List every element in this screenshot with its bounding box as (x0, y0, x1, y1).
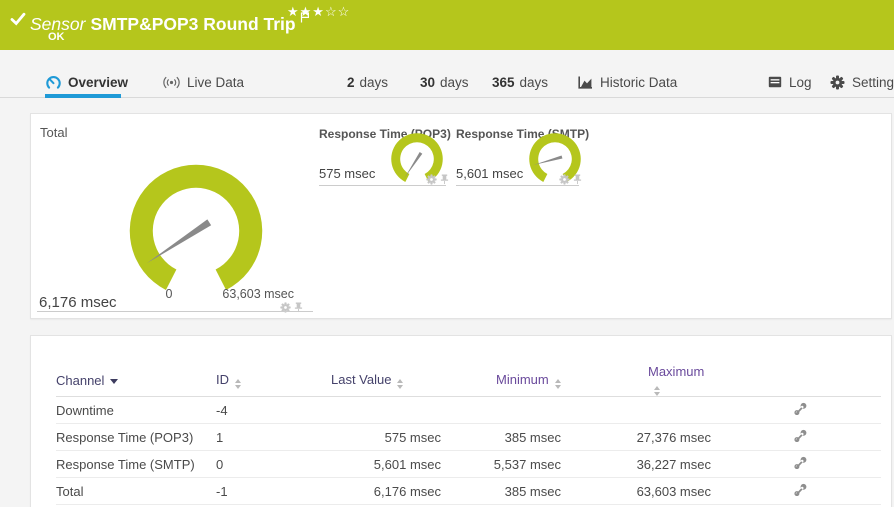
gauge-pin-icon[interactable] (440, 172, 449, 190)
tab-overview[interactable]: Overview (46, 69, 128, 95)
tab-log[interactable]: Log (768, 69, 812, 95)
status-badge: OK (48, 31, 65, 43)
cell-minimum: 385 msec (441, 477, 561, 505)
gauge-icon (46, 75, 61, 89)
tab-label: days (519, 74, 549, 90)
cell-last-value (331, 396, 441, 424)
tab-30-days[interactable]: 30 days (420, 69, 469, 95)
gauge-settings-gear-icon[interactable] (559, 172, 570, 190)
cell-id: 1 (216, 423, 331, 451)
cell-channel: Response Time (SMTP) (56, 450, 216, 478)
gauge-pin-icon[interactable] (294, 300, 303, 318)
stars-filled: ★★★ (287, 4, 325, 19)
sort-icon (397, 378, 404, 389)
edit-channel-wrench-icon[interactable] (794, 429, 807, 445)
cell-maximum (561, 396, 711, 424)
ok-check-icon (10, 12, 26, 26)
gauge-settings-gear-icon[interactable] (426, 172, 437, 190)
cell-last-value: 6,176 msec (331, 477, 441, 505)
tab-365-days[interactable]: 365 days (492, 69, 548, 95)
col-header-channel[interactable]: Channel (56, 364, 216, 397)
cell-last-value: 575 msec (331, 423, 441, 451)
tab-settings[interactable]: Settings (830, 69, 894, 95)
tab-2-days[interactable]: 2 days (347, 69, 388, 95)
sort-icon (654, 386, 660, 396)
tab-number: 365 (492, 74, 515, 90)
gauges-panel: Total 0 63,603 msec 6,176 msec Response … (30, 113, 892, 319)
cell-channel: Downtime (56, 396, 216, 424)
channels-table: Channel ID Last Value Minimum Maximum Do… (56, 364, 881, 505)
col-header-minimum[interactable]: Minimum (441, 364, 561, 397)
tab-label: Overview (68, 74, 129, 90)
broadcast-icon (163, 76, 180, 88)
edit-channel-wrench-icon[interactable] (794, 456, 807, 472)
tab-label: Log (789, 74, 812, 90)
gear-icon (830, 75, 845, 89)
page-title: SMTP&POP3 Round Trip (90, 14, 296, 34)
cell-channel: Response Time (POP3) (56, 423, 216, 451)
table-row: Response Time (POP3) 1 575 msec 385 msec… (56, 423, 881, 451)
cell-id: 0 (216, 450, 331, 478)
tab-label: Live Data (187, 74, 245, 90)
tab-label: days (440, 74, 469, 90)
cell-id: -4 (216, 396, 331, 424)
col-header-id[interactable]: ID (216, 364, 331, 397)
cell-minimum: 385 msec (441, 423, 561, 451)
gauge-total-value: 6,176 msec (39, 294, 117, 311)
table-row: Downtime -4 (56, 396, 881, 424)
tab-number: 30 (420, 74, 436, 90)
cell-minimum (441, 396, 561, 424)
total-gauge (129, 164, 263, 291)
tab-historic-data[interactable]: Historic Data (578, 69, 677, 95)
gauge-pin-icon[interactable] (573, 172, 582, 190)
gauge-pop3-value: 575 msec (319, 166, 376, 181)
col-header-maximum[interactable]: Maximum (561, 364, 711, 397)
cell-channel: Total (56, 477, 216, 505)
table-row: Total -1 6,176 msec 385 msec 63,603 msec (56, 477, 881, 505)
tab-label: Historic Data (600, 74, 678, 90)
gauge-smtp-value: 5,601 msec (456, 166, 524, 181)
cell-maximum: 36,227 msec (561, 450, 711, 478)
cell-maximum: 63,603 msec (561, 477, 711, 505)
gauge-max-label: 63,603 msec (222, 287, 294, 301)
channels-panel: Channel ID Last Value Minimum Maximum Do… (30, 335, 892, 507)
sort-icon (554, 378, 561, 389)
tab-label: Settings (852, 74, 894, 90)
edit-channel-wrench-icon[interactable] (794, 483, 807, 499)
chart-icon (578, 76, 592, 89)
sensor-header: Sensor SMTP&POP3 Round Trip ★★★☆☆ OK (0, 0, 894, 50)
gauge-total-title: Total (40, 125, 68, 140)
table-row: Response Time (SMTP) 0 5,601 msec 5,537 … (56, 450, 881, 478)
sort-icon (235, 378, 241, 389)
sort-desc-icon (110, 378, 119, 384)
priority-stars[interactable]: ★★★☆☆ (287, 4, 350, 20)
gauge-settings-gear-icon[interactable] (280, 300, 291, 318)
tab-label: days (359, 74, 389, 90)
stars-empty: ☆☆ (324, 4, 351, 19)
log-icon (768, 76, 782, 88)
tab-live-data[interactable]: Live Data (163, 69, 244, 95)
tab-number: 2 (347, 74, 355, 90)
cell-id: -1 (216, 477, 331, 505)
col-header-last-value[interactable]: Last Value (331, 364, 441, 397)
cell-last-value: 5,601 msec (331, 450, 441, 478)
tabbar-divider (0, 97, 894, 98)
gauge-min-label: 0 (165, 287, 173, 301)
cell-maximum: 27,376 msec (561, 423, 711, 451)
cell-minimum: 5,537 msec (441, 450, 561, 478)
edit-channel-wrench-icon[interactable] (794, 402, 807, 418)
